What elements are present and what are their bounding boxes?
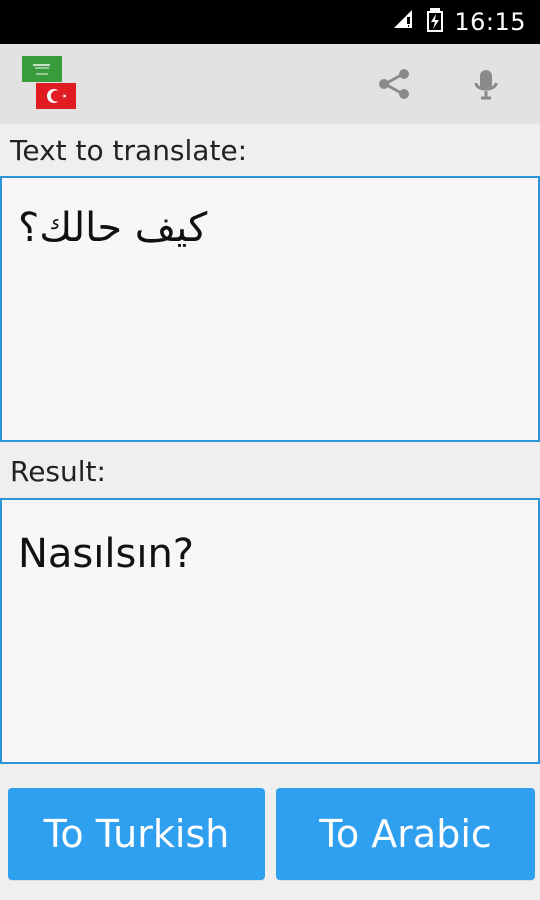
app-bar-actions — [370, 62, 510, 110]
saudi-flag-icon — [22, 56, 62, 82]
turkey-flag-icon — [36, 83, 76, 109]
battery-icon — [426, 7, 444, 37]
microphone-button[interactable] — [462, 62, 510, 110]
signal-icon — [392, 8, 416, 36]
to-turkish-button[interactable]: To Turkish — [8, 788, 265, 880]
result-text-value: Nasılsın? — [18, 531, 195, 577]
source-text-value: كيف حالك؟ — [18, 205, 208, 251]
source-text-input[interactable]: كيف حالك؟ — [0, 176, 540, 442]
share-button[interactable] — [370, 62, 418, 110]
text-to-translate-label: Text to translate: — [10, 134, 248, 167]
app-bar — [0, 44, 540, 124]
status-bar-right: 16:15 — [392, 0, 526, 44]
status-time: 16:15 — [454, 8, 526, 36]
share-icon — [374, 64, 414, 108]
button-bar: To Turkish To Arabic — [0, 776, 540, 900]
result-output[interactable]: Nasılsın? — [0, 498, 540, 764]
language-flags — [22, 56, 78, 112]
microphone-icon — [466, 64, 506, 108]
status-bar: 16:15 — [0, 0, 540, 44]
to-arabic-button[interactable]: To Arabic — [276, 788, 535, 880]
result-label: Result: — [10, 455, 106, 488]
